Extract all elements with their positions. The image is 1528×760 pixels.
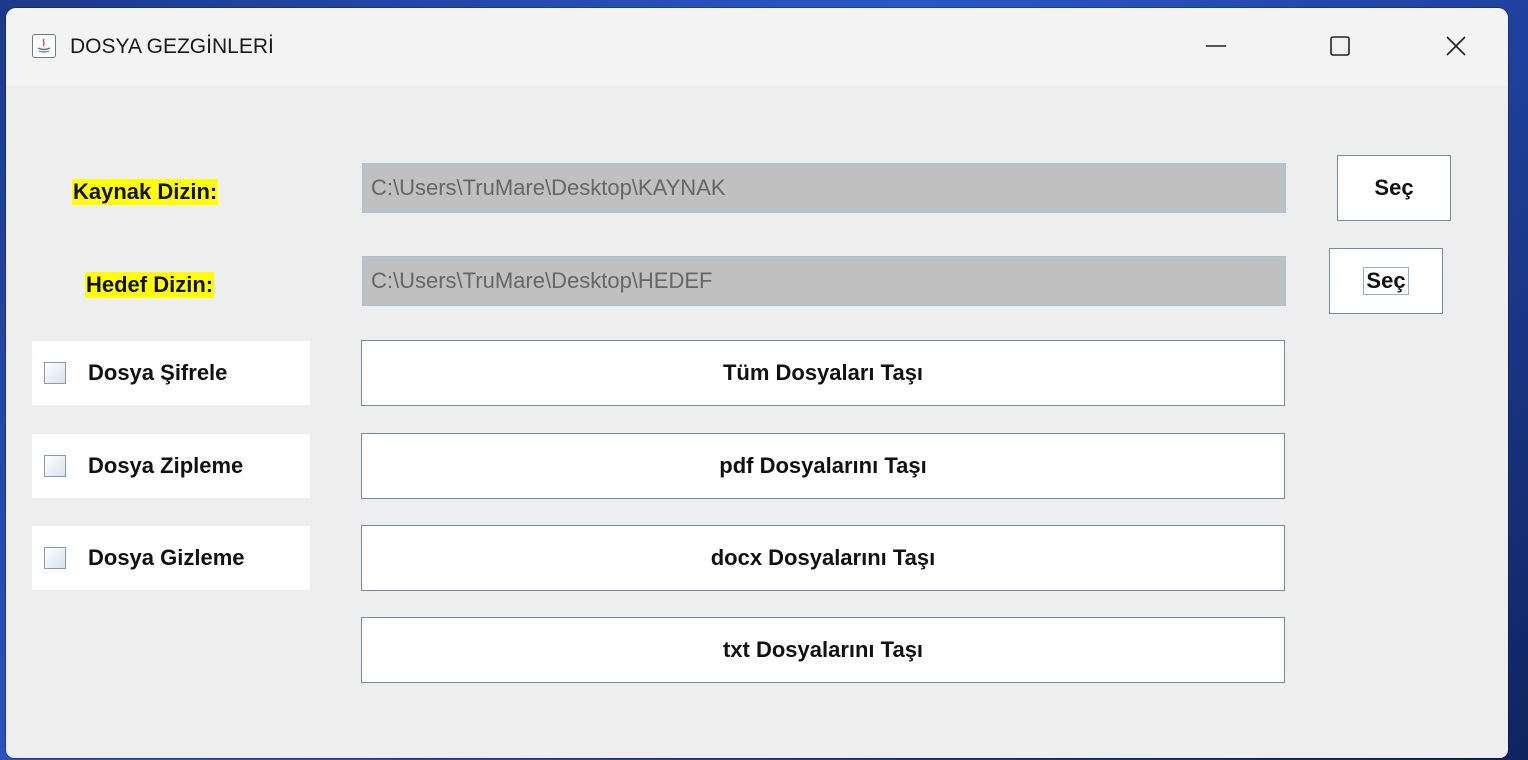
- app-window: DOSYA GEZGİNLERİ Kaynak Dizin: C:\Users\…: [6, 8, 1508, 758]
- source-path-field[interactable]: C:\Users\TruMare\Desktop\KAYNAK: [362, 163, 1286, 213]
- window-title: DOSYA GEZGİNLERİ: [70, 35, 274, 58]
- encrypt-checkbox[interactable]: [44, 362, 66, 384]
- zip-checkbox[interactable]: [44, 455, 66, 477]
- java-icon[interactable]: [32, 34, 56, 58]
- move-docx-button[interactable]: docx Dosyalarını Taşı: [361, 525, 1285, 591]
- target-path-field[interactable]: C:\Users\TruMare\Desktop\HEDEF: [362, 256, 1286, 306]
- minimize-icon[interactable]: [1186, 26, 1246, 66]
- title-bar[interactable]: DOSYA GEZGİNLERİ: [6, 8, 1508, 86]
- close-icon[interactable]: [1426, 26, 1486, 66]
- move-pdf-button[interactable]: pdf Dosyalarını Taşı: [361, 433, 1285, 499]
- target-dir-label: Hedef Dizin:: [85, 272, 215, 298]
- zip-label: Dosya Zipleme: [88, 453, 244, 478]
- move-all-button[interactable]: Tüm Dosyaları Taşı: [361, 340, 1285, 406]
- maximize-icon[interactable]: [1310, 26, 1370, 66]
- encrypt-option[interactable]: Dosya Şifrele: [32, 341, 310, 405]
- hide-label: Dosya Gizleme: [88, 545, 245, 570]
- source-select-button[interactable]: Seç: [1337, 155, 1451, 221]
- target-select-button[interactable]: Seç: [1329, 248, 1443, 314]
- zip-option[interactable]: Dosya Zipleme: [32, 434, 310, 498]
- hide-checkbox[interactable]: [44, 547, 66, 569]
- source-select-label: Seç: [1374, 175, 1414, 200]
- target-select-label: Seç: [1363, 267, 1409, 295]
- hide-option[interactable]: Dosya Gizleme: [32, 526, 310, 590]
- encrypt-label: Dosya Şifrele: [88, 360, 228, 385]
- source-dir-label: Kaynak Dizin:: [72, 179, 219, 205]
- move-txt-button[interactable]: txt Dosyalarını Taşı: [361, 617, 1285, 683]
